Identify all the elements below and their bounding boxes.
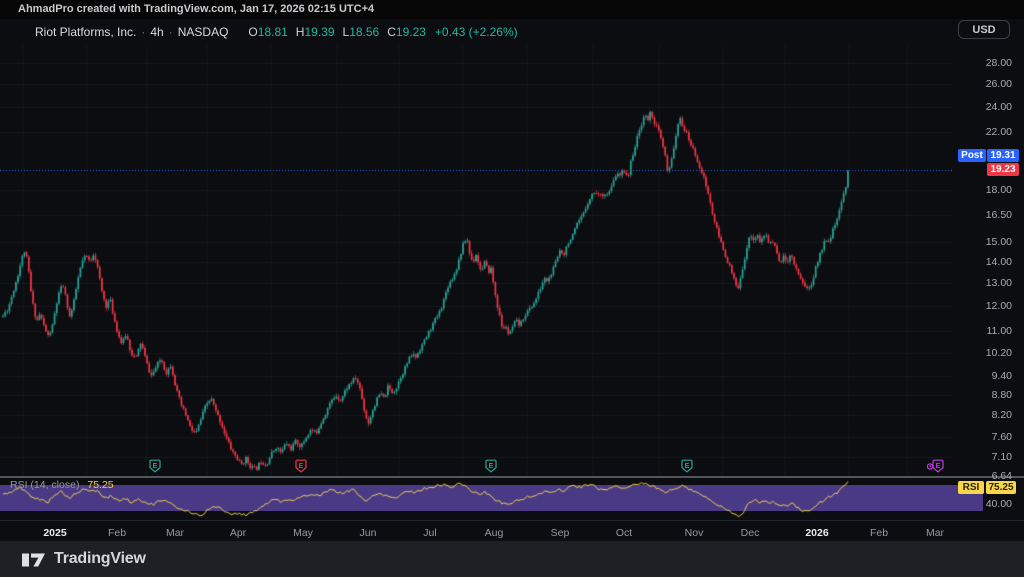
price-axis-label: 28.00 — [952, 57, 1012, 69]
rsi-badge: RSI — [958, 481, 984, 494]
rsi-axis-label: 40.00 — [952, 498, 1012, 510]
tradingview-brand[interactable]: TradingView — [54, 550, 146, 568]
open-label: O — [248, 25, 257, 39]
price-axis-label: 15.00 — [952, 236, 1012, 248]
time-axis-label: Feb — [870, 527, 888, 539]
time-axis-label: Oct — [616, 527, 632, 539]
rsi-title-value: 75.25 — [87, 479, 113, 491]
symbol-info-bar: Riot Platforms, Inc. · 4h · NASDAQ O18.8… — [35, 24, 518, 40]
svg-text:E: E — [299, 463, 304, 470]
time-axis-label: Dec — [741, 527, 760, 539]
price-axis-label: 9.40 — [952, 370, 1012, 382]
post-market-flag: Post — [958, 149, 986, 162]
exchange-label: NASDAQ — [178, 25, 229, 39]
time-axis[interactable]: 2025 Feb Mar Apr May Jun Jul Aug Sep Oct Nov Dec 202… — [0, 521, 952, 541]
separator-dot: · — [141, 25, 145, 39]
earnings-marker-icon[interactable]: E — [149, 459, 161, 473]
price-axis-label: 18.00 — [952, 184, 1012, 196]
ohlc-values: O18.81 H19.39 L18.56 C19.23 — [240, 25, 426, 39]
rsi-title-text: RSI (14, close) — [10, 479, 79, 491]
svg-text:E: E — [153, 463, 158, 470]
price-chart-canvas[interactable] — [0, 45, 952, 520]
price-axis-label: 24.00 — [952, 101, 1012, 113]
open-value: 18.81 — [258, 25, 288, 39]
low-value: 18.56 — [349, 25, 379, 39]
separator-dot: · — [169, 25, 173, 39]
time-axis-label: Jul — [423, 527, 436, 539]
price-axis-label: 7.10 — [952, 451, 1012, 463]
close-label: C — [387, 25, 396, 39]
price-axis-label: 8.20 — [952, 409, 1012, 421]
time-axis-label: Mar — [166, 527, 184, 539]
time-axis-label: Aug — [485, 527, 504, 539]
price-axis-label: 16.50 — [952, 209, 1012, 221]
svg-text:E: E — [489, 463, 494, 470]
post-price-label: 19.31 — [987, 149, 1019, 162]
price-axis-label: 14.00 — [952, 256, 1012, 268]
high-value: 19.39 — [304, 25, 334, 39]
earnings-marker-icon[interactable]: E — [485, 459, 497, 473]
change-value: +0.43 (+2.26%) — [435, 25, 518, 39]
time-axis-label: Sep — [551, 527, 570, 539]
price-axis-label: 12.00 — [952, 300, 1012, 312]
time-axis-label: Apr — [230, 527, 246, 539]
time-axis-label: Feb — [108, 527, 126, 539]
symbol-title[interactable]: Riot Platforms, Inc. — [35, 25, 136, 39]
time-axis-label: Jun — [360, 527, 377, 539]
price-axis-label: 13.00 — [952, 277, 1012, 289]
rsi-indicator-title[interactable]: RSI (14, close) 75.25 — [10, 479, 114, 491]
price-axis-label: 8.80 — [952, 389, 1012, 401]
attribution-text: AhmadPro created with TradingView.com, J… — [18, 3, 374, 15]
tradingview-chart-window: AhmadPro created with TradingView.com, J… — [0, 0, 1024, 577]
close-value: 19.23 — [396, 25, 426, 39]
earnings-marker-icon[interactable]: E — [295, 459, 307, 473]
time-axis-label: 2026 — [805, 527, 828, 539]
tradingview-logo-icon[interactable] — [22, 552, 46, 567]
time-axis-label: May — [293, 527, 313, 539]
svg-text:E: E — [936, 463, 941, 470]
price-axis-label: 7.60 — [952, 431, 1012, 443]
price-axis-label: 10.20 — [952, 347, 1012, 359]
price-axis-label: 22.00 — [952, 126, 1012, 138]
rsi-badge-value: 75.25 — [986, 481, 1016, 494]
footer-bar: TradingView — [0, 541, 1024, 577]
svg-text:E: E — [685, 463, 690, 470]
interval-label[interactable]: 4h — [150, 25, 163, 39]
upcoming-earnings-marker-icon[interactable]: E — [927, 459, 944, 473]
earnings-marker-icon[interactable]: E — [681, 459, 693, 473]
price-axis-label: 26.00 — [952, 78, 1012, 90]
last-price-label: 19.23 — [987, 163, 1019, 176]
price-axis[interactable]: 28.00 26.00 24.00 22.00 18.00 16.50 15.00 14.00… — [952, 45, 1024, 476]
price-axis-label: 11.00 — [952, 325, 1012, 337]
currency-button[interactable]: USD — [958, 20, 1010, 39]
time-axis-label: 2025 — [43, 527, 66, 539]
time-axis-label: Mar — [926, 527, 944, 539]
pane-separator[interactable] — [0, 476, 1024, 478]
time-axis-label: Nov — [685, 527, 704, 539]
